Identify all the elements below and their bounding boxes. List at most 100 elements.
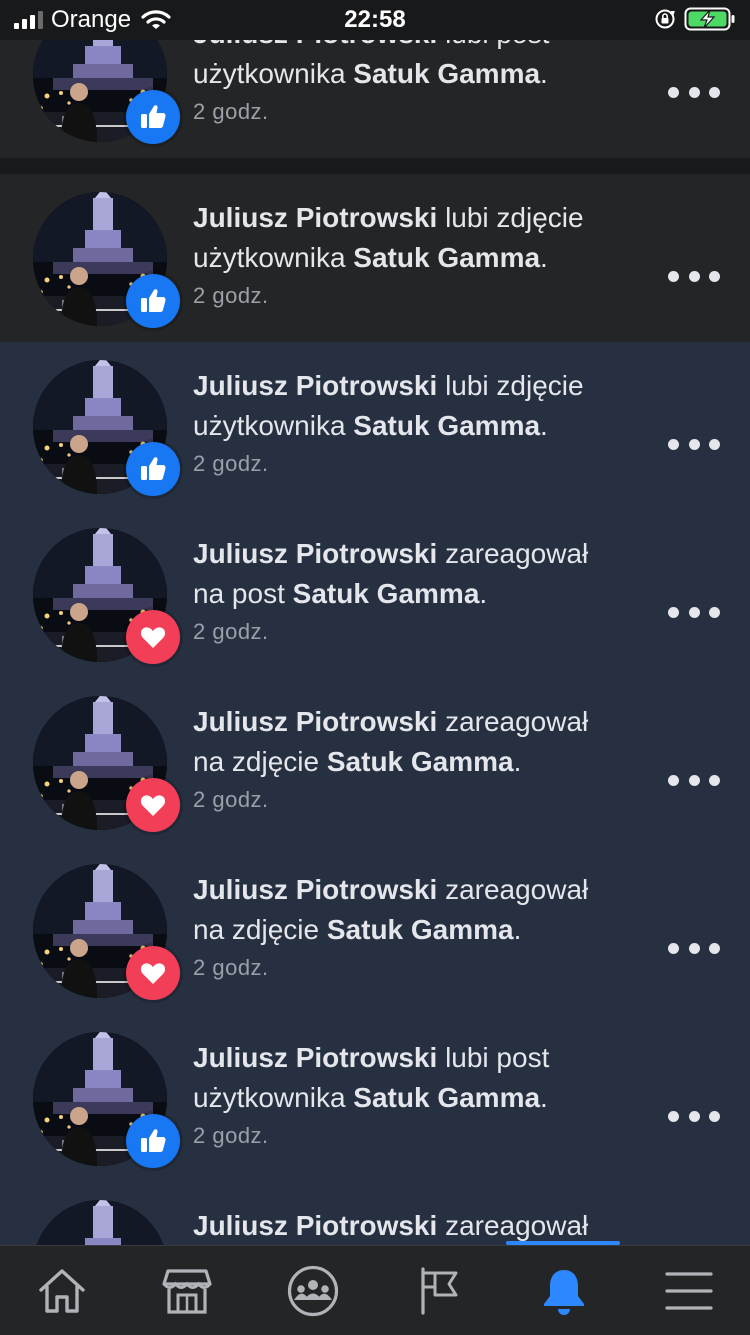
actor-avatar[interactable]: [33, 1200, 167, 1245]
bell-icon: [544, 1270, 584, 1315]
dot-icon: [709, 438, 720, 450]
dot-icon: [668, 606, 679, 618]
like-icon: [141, 457, 166, 480]
tab-marketplace[interactable]: [160, 1264, 214, 1318]
target-name[interactable]: Satuk Gamma: [353, 242, 540, 273]
punctuation: .: [540, 58, 548, 89]
object-text: na zdjęcie: [193, 746, 320, 777]
target-name[interactable]: Satuk Gamma: [353, 1082, 540, 1113]
actor-name[interactable]: Juliusz Piotrowski: [193, 1042, 437, 1073]
dot-icon: [688, 86, 700, 98]
active-tab-indicator: [506, 1241, 620, 1245]
more-options-button[interactable]: [668, 429, 720, 459]
action-text: lubi zdjęcie: [445, 370, 584, 401]
notification-timestamp: 2 godz.: [193, 955, 269, 980]
more-options-button[interactable]: [668, 261, 720, 291]
punctuation: .: [513, 914, 522, 945]
dot-icon: [668, 438, 679, 450]
tab-notifications[interactable]: [537, 1264, 591, 1318]
action-text: lubi zdjęcie: [445, 202, 584, 233]
object-text: użytkownika: [193, 58, 346, 89]
actor-name[interactable]: Juliusz Piotrowski: [193, 370, 437, 401]
notification-line-2: użytkownika Satuk Gamma.: [193, 238, 643, 278]
dot-icon: [688, 774, 700, 786]
dot-icon: [668, 774, 679, 786]
notification-line-2: na zdjęcie Satuk Gamma.: [193, 742, 643, 782]
target-name[interactable]: Satuk Gamma: [327, 746, 514, 777]
notification-text: Juliusz Piotrowski zareagował na zdjęcie…: [193, 702, 643, 816]
notification-line-1: Juliusz Piotrowski zareagował: [193, 1206, 643, 1245]
notification-text: Juliusz Piotrowski zareagował na post Sa…: [193, 534, 643, 648]
actor-name[interactable]: Juliusz Piotrowski: [193, 202, 437, 233]
dot-icon: [668, 270, 679, 282]
notification-item[interactable]: Juliusz Piotrowski zareagował na zdjęcie…: [0, 846, 750, 1014]
more-options-button[interactable]: [668, 933, 720, 963]
more-options-button[interactable]: [668, 597, 720, 627]
actor-name[interactable]: Juliusz Piotrowski: [193, 874, 437, 905]
notification-text: Juliusz Piotrowski lubi zdjęcie użytkown…: [193, 366, 643, 480]
object-text: na post: [193, 578, 285, 609]
action-text: zareagował: [445, 1210, 589, 1241]
more-options-button[interactable]: [668, 765, 720, 795]
dot-icon: [668, 942, 679, 954]
action-text: zareagował: [445, 706, 589, 737]
dot-icon: [688, 942, 700, 954]
marketplace-icon: [162, 1269, 212, 1314]
dot-icon: [709, 1110, 720, 1122]
punctuation: .: [540, 410, 548, 441]
notification-item[interactable]: Juliusz Piotrowski lubi post użytkownika…: [0, 1014, 750, 1182]
object-text: użytkownika: [193, 1082, 346, 1113]
actor-name[interactable]: Juliusz Piotrowski: [193, 706, 437, 737]
target-name[interactable]: Satuk Gamma: [327, 914, 514, 945]
palace-photo-icon: [33, 1200, 167, 1245]
status-right: [654, 7, 736, 31]
heart-icon: [140, 627, 166, 648]
action-text: zareagował: [445, 538, 589, 569]
dot-icon: [688, 270, 700, 282]
dot-icon: [668, 1110, 679, 1122]
tab-menu[interactable]: [662, 1264, 716, 1318]
tab-home[interactable]: [35, 1264, 89, 1318]
notification-line-2: na post Satuk Gamma.: [193, 574, 643, 614]
more-options-button[interactable]: [668, 1101, 720, 1131]
reaction-badge-love: [126, 778, 180, 832]
action-text: lubi post: [445, 1042, 550, 1073]
rotation-lock-icon: [655, 9, 675, 29]
notification-item[interactable]: Juliusz Piotrowski zareagował: [0, 1182, 750, 1245]
heart-icon: [140, 795, 166, 816]
battery-charging-icon: [684, 7, 735, 31]
dot-icon: [709, 942, 720, 954]
notification-line-2: użytkownika Satuk Gamma.: [193, 406, 643, 446]
notifications-feed: Juliusz Piotrowski lubi post użytkownika…: [0, 0, 750, 1245]
notification-line-2: użytkownika Satuk Gamma.: [193, 54, 643, 94]
notification-item[interactable]: Juliusz Piotrowski lubi zdjęcie użytkown…: [0, 174, 750, 342]
actor-name[interactable]: Juliusz Piotrowski: [193, 538, 437, 569]
actor-name[interactable]: Juliusz Piotrowski: [193, 1210, 437, 1241]
dot-icon: [709, 86, 720, 98]
notification-item[interactable]: Juliusz Piotrowski zareagował na zdjęcie…: [0, 678, 750, 846]
target-name[interactable]: Satuk Gamma: [293, 578, 480, 609]
notification-timestamp: 2 godz.: [193, 1123, 269, 1148]
notification-item[interactable]: Juliusz Piotrowski zareagował na post Sa…: [0, 510, 750, 678]
notification-line-1: Juliusz Piotrowski lubi zdjęcie: [193, 366, 643, 406]
punctuation: .: [513, 746, 522, 777]
notification-line-1: Juliusz Piotrowski lubi post: [193, 1038, 643, 1078]
target-name[interactable]: Satuk Gamma: [353, 58, 540, 89]
object-text: użytkownika: [193, 410, 346, 441]
status-time: 22:58: [344, 6, 406, 33]
notification-timestamp: 2 godz.: [193, 619, 269, 644]
notification-text: Juliusz Piotrowski zareagował: [193, 1206, 643, 1245]
more-options-button[interactable]: [668, 77, 720, 107]
notification-line-1: Juliusz Piotrowski zareagował: [193, 534, 643, 574]
notification-item[interactable]: Juliusz Piotrowski lubi zdjęcie użytkown…: [0, 342, 750, 510]
dot-icon: [709, 270, 720, 282]
home-icon: [39, 1269, 85, 1313]
tab-pages[interactable]: [411, 1264, 465, 1318]
dot-icon: [668, 86, 679, 98]
reaction-badge-like: [126, 442, 180, 496]
reaction-badge-love: [126, 946, 180, 1000]
dot-icon: [688, 438, 700, 450]
tab-groups[interactable]: [286, 1264, 340, 1318]
notification-line-1: Juliusz Piotrowski zareagował: [193, 870, 643, 910]
target-name[interactable]: Satuk Gamma: [353, 410, 540, 441]
